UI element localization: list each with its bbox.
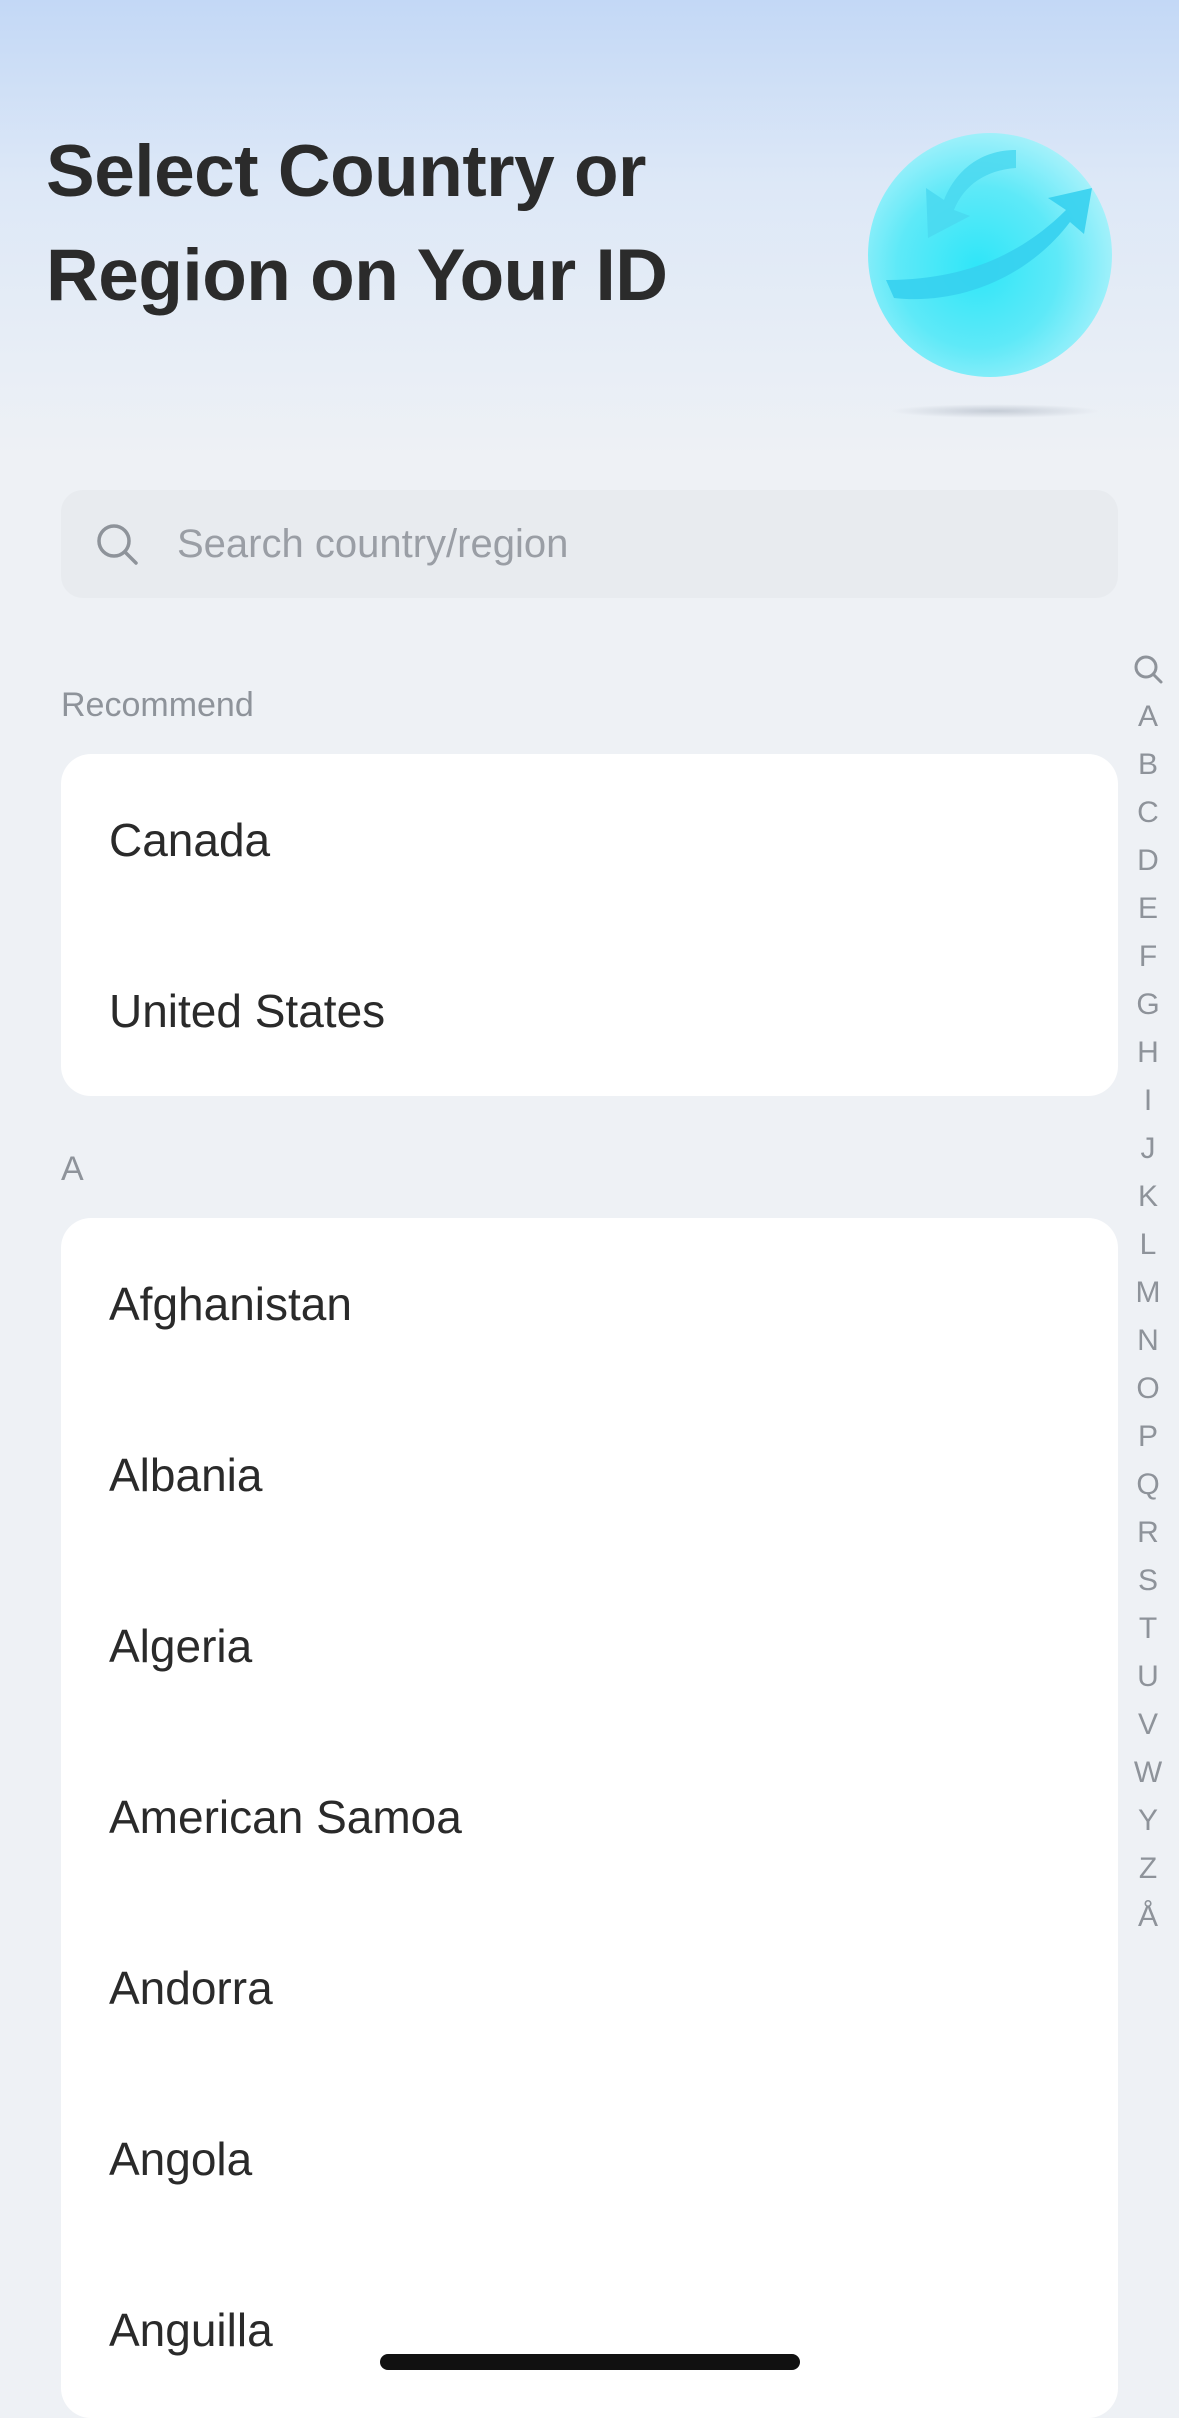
list-item[interactable]: Angola [61,2073,1118,2244]
index-letter[interactable]: W [1130,1749,1166,1797]
index-letter[interactable]: E [1130,885,1166,933]
list-item[interactable]: United States [61,925,1118,1096]
list-item[interactable]: Canada [61,754,1118,925]
index-letter[interactable]: G [1130,981,1166,1029]
index-letter[interactable]: O [1130,1365,1166,1413]
globe-shadow [890,404,1100,418]
list-item[interactable]: Albania [61,1389,1118,1560]
search-input[interactable] [177,490,1077,598]
index-letter[interactable]: A [1130,693,1166,741]
index-letter[interactable]: N [1130,1317,1166,1365]
list-item[interactable]: Afghanistan [61,1218,1118,1389]
index-letter[interactable]: Z [1130,1845,1166,1893]
home-indicator[interactable] [380,2354,800,2370]
index-letter[interactable]: R [1130,1509,1166,1557]
index-letter[interactable]: V [1130,1701,1166,1749]
index-letter[interactable]: M [1130,1269,1166,1317]
index-letter[interactable]: T [1130,1605,1166,1653]
country-list-a: Afghanistan Albania Algeria American Sam… [61,1218,1118,2418]
index-letter[interactable]: K [1130,1173,1166,1221]
list-item[interactable]: Algeria [61,1560,1118,1731]
index-letter[interactable]: Y [1130,1797,1166,1845]
search-icon [97,524,138,565]
index-letter[interactable]: F [1130,933,1166,981]
index-letter[interactable]: U [1130,1653,1166,1701]
index-letter[interactable]: J [1130,1125,1166,1173]
page-title-line2: Region on Your ID [46,235,668,316]
index-search-icon[interactable] [1130,645,1166,693]
globe-sync-icon [868,133,1112,377]
index-letter[interactable]: Å [1130,1893,1166,1941]
index-letter[interactable]: P [1130,1413,1166,1461]
index-letter[interactable]: S [1130,1557,1166,1605]
index-letter[interactable]: D [1130,837,1166,885]
index-letter[interactable]: B [1130,741,1166,789]
search-bar[interactable] [61,490,1118,598]
recommend-list: Canada United States [61,754,1118,1096]
index-letter[interactable]: I [1130,1077,1166,1125]
list-item[interactable]: American Samoa [61,1731,1118,1902]
page-title: Select Country or Region on Your ID [46,120,766,328]
index-letter[interactable]: H [1130,1029,1166,1077]
section-label-a: A [61,1150,84,1188]
index-letter[interactable]: L [1130,1221,1166,1269]
index-letter[interactable]: Q [1130,1461,1166,1509]
section-label-recommend: Recommend [61,686,254,724]
index-letter[interactable]: C [1130,789,1166,837]
alphabet-index-bar[interactable]: A B C D E F G H I J K L M N O P Q R S T … [1130,645,1166,1941]
page-title-line1: Select Country or [46,131,646,212]
list-item[interactable]: Andorra [61,1902,1118,2073]
list-item[interactable]: Anguilla [61,2244,1118,2415]
